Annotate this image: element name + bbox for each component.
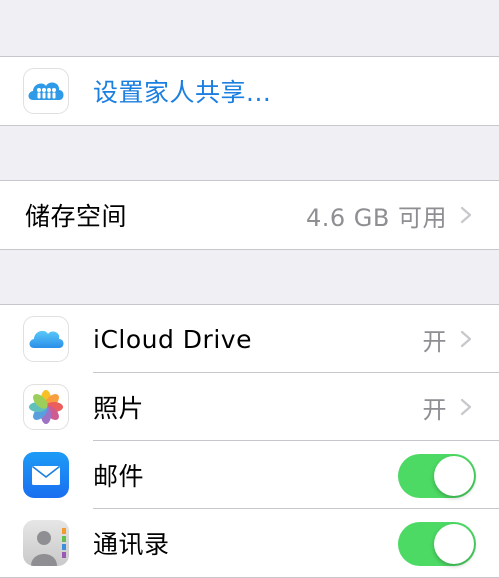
- toggle-knob: [434, 524, 474, 564]
- app-label-photos: 照片: [93, 394, 145, 423]
- chevron-right-icon: [460, 206, 472, 224]
- mail-toggle[interactable]: [398, 454, 476, 498]
- app-value-photos: 开: [422, 395, 447, 424]
- contacts-toggle[interactable]: [398, 522, 476, 566]
- app-label-mail: 邮件: [93, 462, 145, 491]
- family-sharing-group: 设置家人共享...: [0, 56, 499, 126]
- contacts-icon: [23, 520, 69, 566]
- family-sharing-icon: [23, 68, 69, 114]
- toggle-knob: [434, 456, 474, 496]
- app-value-icloud-drive: 开: [422, 327, 447, 356]
- apps-group: iCloud Drive 开 照片 开 邮件 通讯录: [0, 304, 499, 578]
- app-label-contacts: 通讯录: [93, 530, 170, 559]
- app-row-photos[interactable]: 照片 开: [0, 373, 499, 441]
- mail-icon: [23, 452, 69, 498]
- storage-group: 储存空间 4.6 GB 可用: [0, 180, 499, 250]
- app-label-icloud-drive: iCloud Drive: [93, 324, 252, 354]
- app-row-mail[interactable]: 邮件: [0, 441, 499, 509]
- storage-label: 储存空间: [25, 202, 128, 231]
- app-row-contacts[interactable]: 通讯录: [0, 509, 499, 577]
- chevron-right-icon: [460, 398, 472, 416]
- chevron-right-icon: [460, 330, 472, 348]
- family-sharing-label: 设置家人共享...: [93, 78, 272, 107]
- icloud-drive-icon: [23, 316, 69, 362]
- photos-icon: [23, 384, 69, 430]
- storage-value: 4.6 GB 可用: [306, 203, 447, 232]
- family-sharing-row[interactable]: 设置家人共享...: [0, 57, 499, 125]
- storage-row[interactable]: 储存空间 4.6 GB 可用: [0, 181, 499, 249]
- app-row-icloud-drive[interactable]: iCloud Drive 开: [0, 305, 499, 373]
